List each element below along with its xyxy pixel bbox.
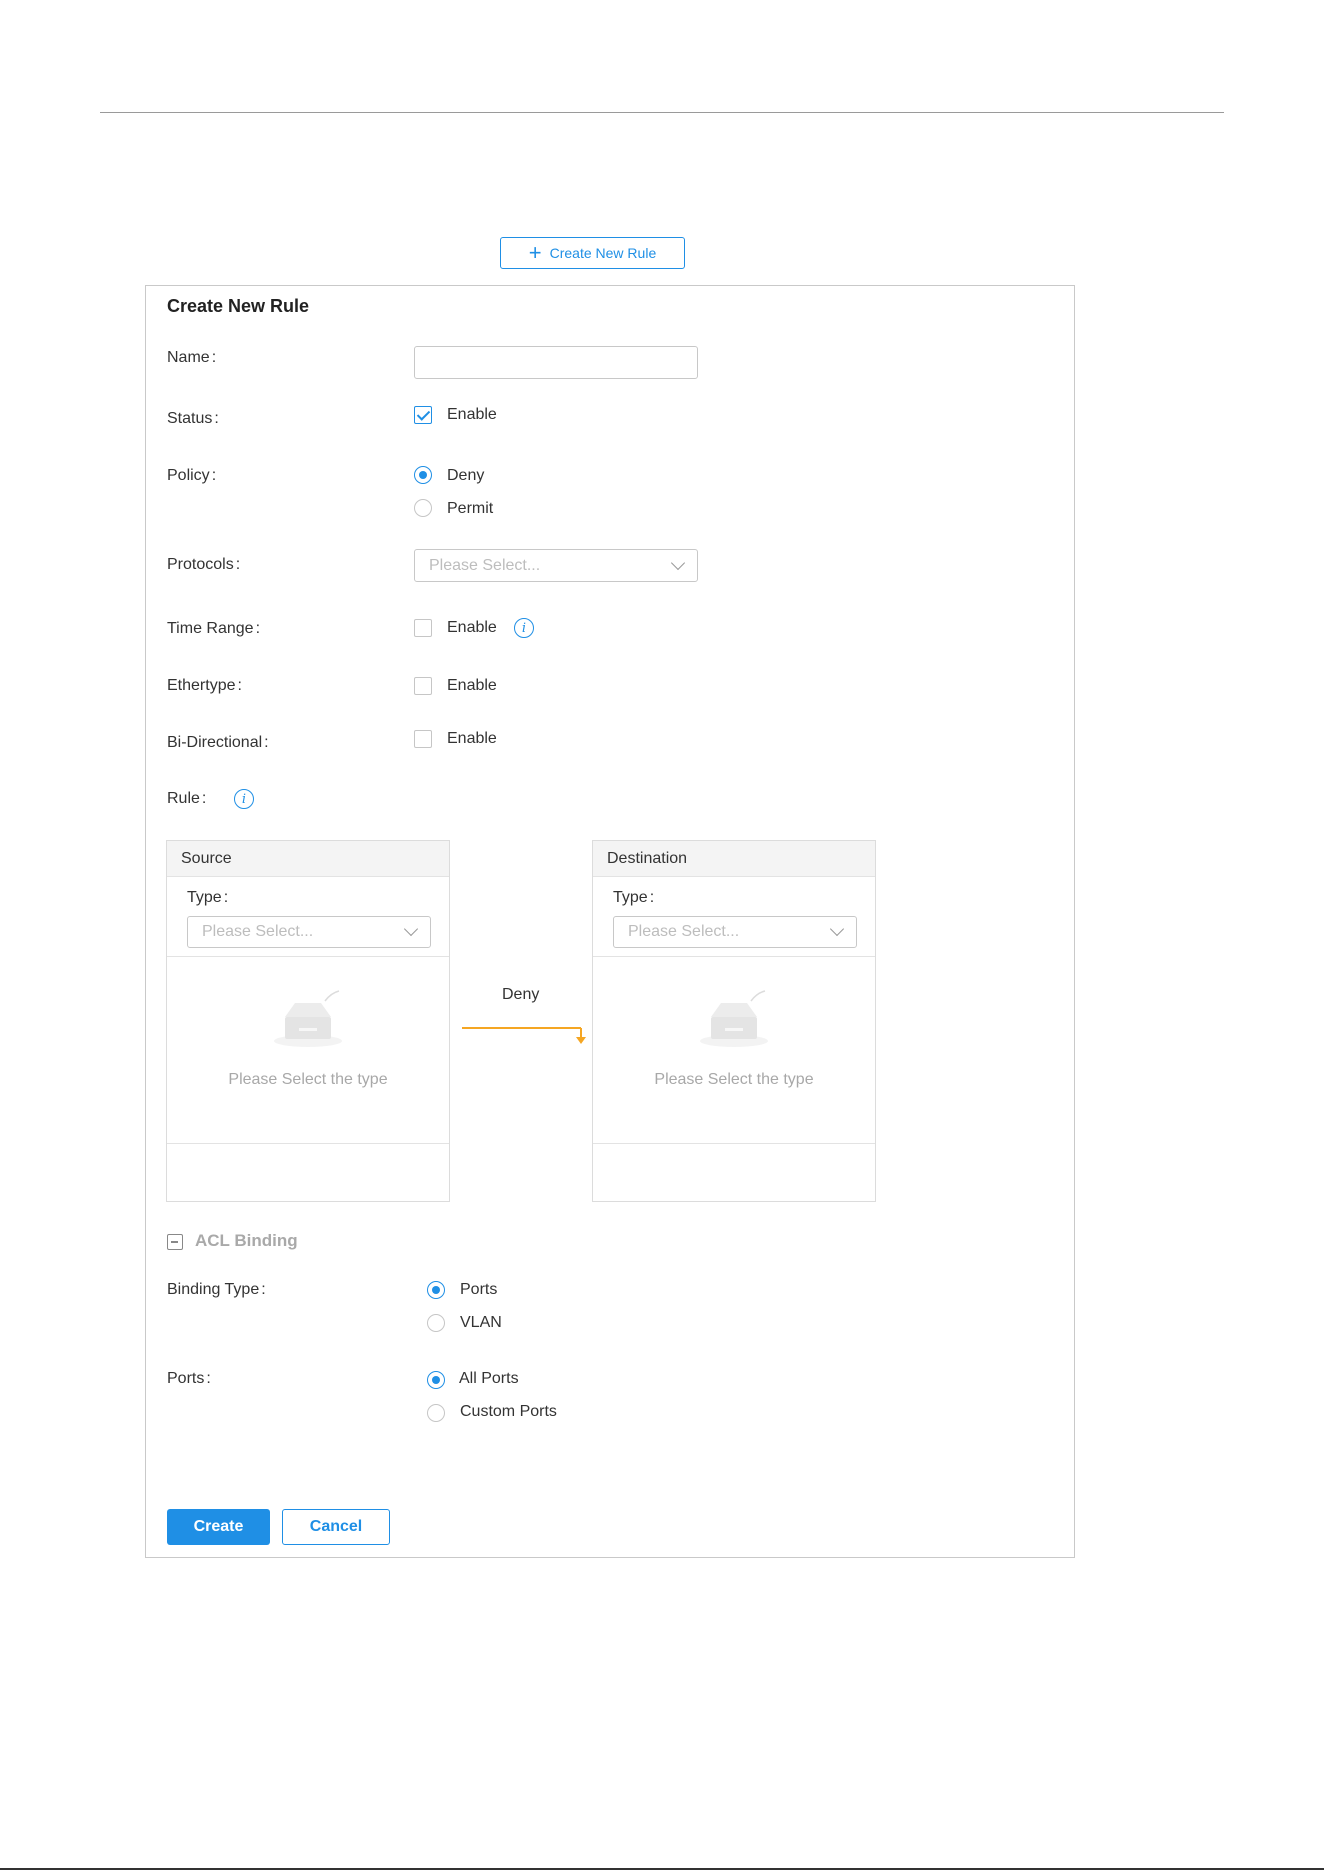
create-new-rule-button[interactable]: + Create New Rule (500, 237, 685, 269)
protocols-placeholder: Please Select... (429, 556, 541, 574)
destination-header: Destination (593, 841, 875, 877)
source-box: Source Type: Please Select... Please Sel… (166, 840, 450, 1202)
destination-empty-text: Please Select the type (654, 1071, 814, 1088)
destination-type-select[interactable]: Please Select... (613, 916, 857, 948)
source-type-label: Type: (187, 889, 229, 906)
empty-box-icon (274, 990, 342, 1047)
chevron-down-icon (403, 921, 419, 937)
destination-divider (593, 956, 875, 957)
rule-label: Rule: (167, 790, 207, 807)
empty-box-icon (700, 990, 768, 1047)
destination-footer-divider (593, 1143, 875, 1144)
create-new-rule-label: Create New Rule (549, 245, 657, 261)
ports-all-label: All Ports (459, 1370, 519, 1387)
status-label: Status: (167, 410, 219, 427)
policy-deny-label: Deny (447, 467, 485, 484)
cancel-button[interactable]: Cancel (282, 1509, 390, 1545)
rule-info-icon[interactable]: i (234, 789, 254, 809)
policy-deny-radio[interactable] (414, 466, 432, 484)
binding-type-vlan-radio[interactable] (427, 1314, 445, 1332)
protocols-select[interactable]: Please Select... (414, 549, 698, 582)
source-type-select[interactable]: Please Select... (187, 916, 431, 948)
source-header: Source (167, 841, 449, 877)
panel-title: Create New Rule (167, 296, 310, 316)
binding-type-ports-label: Ports (460, 1281, 498, 1298)
name-label: Name: (167, 349, 217, 366)
ethertype-enable-label: Enable (447, 677, 497, 694)
chevron-down-icon (670, 555, 686, 570)
arrow-right-icon (462, 1027, 586, 1044)
ports-all-radio[interactable] (427, 1371, 445, 1389)
source-empty-text: Please Select the type (228, 1071, 388, 1088)
ethertype-label: Ethertype: (167, 677, 242, 694)
destination-box: Destination Type: Please Select... Pleas… (592, 840, 876, 1202)
source-type-placeholder: Please Select... (202, 923, 314, 940)
policy-permit-radio[interactable] (414, 499, 432, 517)
chevron-down-icon (829, 921, 845, 937)
source-footer-divider (167, 1143, 449, 1144)
bi-directional-label: Bi-Directional: (167, 734, 269, 751)
policy-permit-label: Permit (447, 500, 494, 517)
bi-directional-enable-label: Enable (447, 730, 497, 747)
time-range-info-icon[interactable]: i (514, 618, 534, 638)
status-enable-label: Enable (447, 406, 497, 423)
ethertype-enable-checkbox[interactable] (414, 677, 432, 695)
binding-type-ports-radio[interactable] (427, 1281, 445, 1299)
policy-label: Policy: (167, 467, 217, 484)
ports-custom-label: Custom Ports (460, 1403, 557, 1420)
bottom-divider (0, 1868, 1324, 1870)
status-enable-checkbox[interactable] (414, 406, 432, 424)
ports-label: Ports: (167, 1370, 211, 1387)
binding-type-vlan-label: VLAN (460, 1314, 502, 1331)
time-range-label: Time Range: (167, 620, 261, 637)
protocols-label: Protocols: (167, 556, 241, 573)
destination-type-placeholder: Please Select... (628, 923, 740, 940)
top-divider (100, 112, 1224, 113)
binding-type-label: Binding Type: (167, 1281, 266, 1298)
create-button[interactable]: Create (167, 1509, 270, 1545)
collapse-minus-icon[interactable] (167, 1234, 183, 1250)
time-range-enable-checkbox[interactable] (414, 619, 432, 637)
destination-type-label: Type: (613, 889, 655, 906)
rule-action-label: Deny (502, 986, 540, 1003)
bi-directional-enable-checkbox[interactable] (414, 730, 432, 748)
ports-custom-radio[interactable] (427, 1404, 445, 1422)
source-divider (167, 956, 449, 957)
name-input[interactable] (414, 346, 698, 379)
time-range-enable-label: Enable (447, 619, 497, 636)
plus-icon: + (528, 240, 542, 265)
acl-binding-title[interactable]: ACL Binding (195, 1231, 298, 1251)
